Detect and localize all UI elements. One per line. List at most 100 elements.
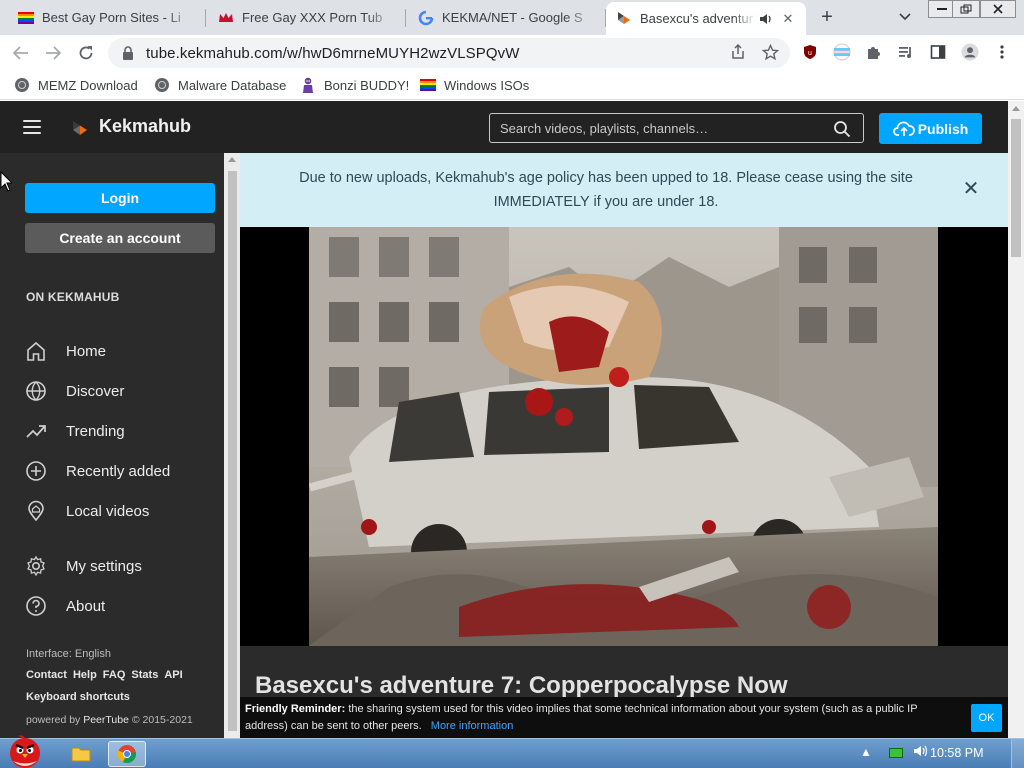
sidebar-section-title: ON KEKMAHUB xyxy=(26,290,120,304)
tab-title: KEKMA/NET - Google S xyxy=(442,10,583,25)
crown-icon xyxy=(218,10,234,26)
link-api[interactable]: API xyxy=(164,669,182,681)
rainbow-flag-icon xyxy=(420,77,436,93)
ublock-shield-icon[interactable]: u xyxy=(801,43,819,61)
tab-title: Free Gay XXX Porn Tub xyxy=(242,10,383,25)
bookmark-label: Bonzi BUDDY! xyxy=(324,77,410,93)
show-desktop-button[interactable] xyxy=(1011,739,1024,768)
site-header: Kekmahub Publish xyxy=(0,101,1008,153)
sidebar-item-about[interactable]: About xyxy=(24,593,105,619)
screen: Best Gay Porn Sites - Li Free Gay XXX Po… xyxy=(0,0,1024,768)
more-information-link[interactable]: More information xyxy=(431,720,514,732)
brand-name[interactable]: Kekmahub xyxy=(99,116,191,137)
globe-icon xyxy=(14,77,30,93)
url-text: tube.kekmahub.com/w/hwD6mrneMUYH2wzVLSPQ… xyxy=(146,44,520,62)
sidebar-item-local-videos[interactable]: Local videos xyxy=(24,498,149,524)
link-stats[interactable]: Stats xyxy=(131,669,158,681)
taskbar-clock[interactable]: 10:58 PM xyxy=(930,746,984,760)
chrome-menu-icon[interactable] xyxy=(993,43,1011,61)
extensions-puzzle-icon[interactable] xyxy=(865,43,883,61)
bookmark-star-icon[interactable] xyxy=(761,43,779,61)
bookmark-windows-isos[interactable]: Windows ISOs xyxy=(420,76,529,94)
publish-button[interactable]: Publish xyxy=(879,113,982,144)
sidebar-item-home[interactable]: Home xyxy=(24,338,106,364)
bookmark-malware-database[interactable]: Malware Database xyxy=(154,76,286,94)
gear-icon xyxy=(24,554,48,578)
start-angry-bird-icon[interactable] xyxy=(4,733,46,768)
peertube-logo-icon[interactable] xyxy=(70,118,90,138)
reminder-body: the sharing system used for this video i… xyxy=(245,703,918,732)
close-tab-icon[interactable]: ✕ xyxy=(780,11,796,27)
privacy-reminder-banner: Friendly Reminder: the sharing system us… xyxy=(240,697,1008,738)
plus-circle-icon xyxy=(24,459,48,483)
peertube-link[interactable]: PeerTube xyxy=(83,714,129,726)
taskbar-explorer[interactable] xyxy=(62,741,100,767)
age-policy-notice: Due to new uploads, Kekmahub's age polic… xyxy=(240,153,1008,227)
upload-cloud-icon xyxy=(892,121,915,136)
bookmark-memz[interactable]: MEMZ Download xyxy=(14,76,138,94)
tab-kekma-google[interactable]: KEKMA/NET - Google S xyxy=(408,0,606,35)
tab-search-chevron-icon[interactable] xyxy=(896,8,914,26)
tab-basexcu-active[interactable]: Basexcu's adventur ✕ xyxy=(606,2,806,35)
notice-text: Due to new uploads, Kekmahub's age polic… xyxy=(299,170,913,210)
search-icon[interactable] xyxy=(833,120,851,138)
close-window-button[interactable] xyxy=(980,0,1016,18)
video-frame[interactable] xyxy=(309,227,938,646)
lock-icon xyxy=(123,46,133,60)
side-panel-icon[interactable] xyxy=(929,43,947,61)
keyboard-shortcuts-link[interactable]: Keyboard shortcuts xyxy=(26,691,130,703)
sidebar-item-discover[interactable]: Discover xyxy=(24,378,124,404)
menu-hamburger-icon[interactable] xyxy=(23,120,41,134)
search-box[interactable] xyxy=(489,113,864,143)
create-account-button[interactable]: Create an account xyxy=(25,223,215,253)
peertube-icon xyxy=(616,11,632,27)
login-button[interactable]: Login xyxy=(25,183,215,213)
powered-by: powered by PeerTube © 2015-2021 xyxy=(26,714,193,726)
powered-prefix: powered by xyxy=(26,714,81,726)
sidebar-item-recently-added[interactable]: Recently added xyxy=(24,458,170,484)
tab-free-gay-xxx[interactable]: Free Gay XXX Porn Tub xyxy=(208,0,406,35)
help-icon xyxy=(24,594,48,618)
sidebar-item-my-settings[interactable]: My settings xyxy=(24,553,142,579)
profile-avatar-icon[interactable] xyxy=(961,43,979,61)
new-tab-button[interactable]: + xyxy=(816,6,838,28)
taskbar-chrome[interactable] xyxy=(108,741,146,767)
sidebar-scrollbar[interactable] xyxy=(224,153,240,738)
link-contact[interactable]: Contact xyxy=(26,669,67,681)
link-faq[interactable]: FAQ xyxy=(103,669,126,681)
volume-icon[interactable] xyxy=(913,745,929,760)
page-scrollbar[interactable] xyxy=(1008,101,1024,738)
copyright-years: © 2015-2021 xyxy=(131,714,193,726)
restore-button[interactable] xyxy=(952,0,980,18)
address-bar[interactable]: tube.kekmahub.com/w/hwD6mrneMUYH2wzVLSPQ… xyxy=(108,38,790,68)
sidebar-item-label: Recently added xyxy=(66,462,171,480)
tab-best-gay-porn-sites[interactable]: Best Gay Porn Sites - Li xyxy=(8,0,206,35)
sidebar-item-label: About xyxy=(66,597,106,615)
sidebar: Login Create an account ON KEKMAHUB Home… xyxy=(0,153,224,738)
globe-icon xyxy=(24,379,48,403)
bookmark-bonzi-buddy[interactable]: Bonzi BUDDY! xyxy=(300,76,409,94)
network-icon[interactable] xyxy=(889,747,904,758)
trans-flag-extension-icon[interactable] xyxy=(833,43,851,61)
location-icon xyxy=(24,499,48,523)
mouse-cursor-icon xyxy=(0,171,12,192)
link-help[interactable]: Help xyxy=(73,669,97,681)
video-player[interactable] xyxy=(240,227,1008,646)
system-tray: ▲ xyxy=(860,745,929,760)
tab-title: Basexcu's adventur xyxy=(640,11,754,26)
back-button[interactable] xyxy=(10,42,32,64)
reload-button[interactable] xyxy=(75,42,97,64)
forward-button[interactable] xyxy=(42,42,64,64)
close-notice-icon[interactable]: ✕ xyxy=(962,179,980,199)
share-icon[interactable] xyxy=(729,43,747,61)
reminder-ok-button[interactable]: OK xyxy=(971,704,1002,732)
show-hidden-icons-icon[interactable]: ▲ xyxy=(860,745,872,759)
google-icon xyxy=(418,10,434,26)
sidebar-item-trending[interactable]: Trending xyxy=(24,418,125,444)
media-queue-icon[interactable] xyxy=(897,43,915,61)
interface-language[interactable]: Interface: English xyxy=(26,648,111,660)
sidebar-item-label: My settings xyxy=(66,557,142,575)
audio-playing-icon[interactable] xyxy=(758,11,774,27)
footer-links: Contact Help FAQ Stats API xyxy=(26,669,189,681)
search-input[interactable] xyxy=(500,120,820,136)
